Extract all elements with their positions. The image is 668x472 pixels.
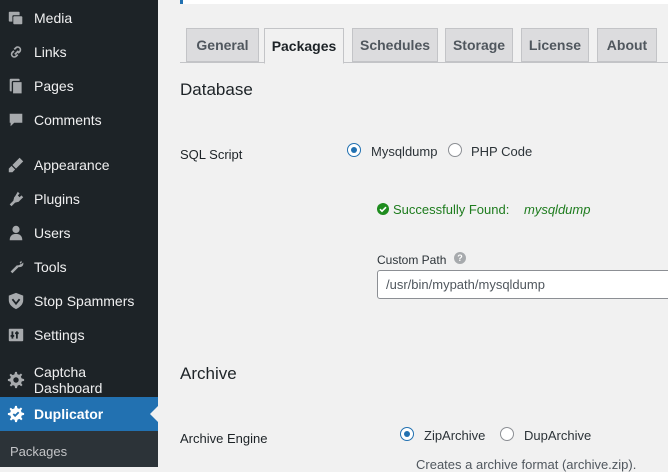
sidebar-item-duplicator[interactable]: Duplicator <box>0 397 158 431</box>
sidebar-item-media[interactable]: Media <box>0 1 158 35</box>
sidebar-item-captcha-dashboard[interactable]: Captcha Dashboard <box>0 363 158 397</box>
php-code-radio[interactable] <box>448 143 462 157</box>
sidebar-item-plugins[interactable]: Plugins <box>0 182 158 216</box>
sidebar-item-label: Pages <box>34 78 74 94</box>
sidebar-item-settings[interactable]: Settings <box>0 318 158 352</box>
archive-engine-label: Archive Engine <box>180 431 268 446</box>
sidebar-item-label: Users <box>34 225 71 241</box>
sidebar-item-label: Captcha Dashboard <box>33 364 103 396</box>
check-circle-icon <box>377 203 389 215</box>
shield-icon <box>6 291 26 311</box>
settings-icon <box>6 325 26 345</box>
sidebar-item-users[interactable]: Users <box>0 216 158 250</box>
sidebar-item-label: Duplicator <box>34 406 104 422</box>
mysqldump-radio-label[interactable]: Mysqldump <box>371 144 437 159</box>
tabs-divider <box>180 62 668 63</box>
sidebar-item-tools[interactable]: Tools <box>0 250 158 284</box>
duplicator-icon <box>6 404 26 424</box>
appearance-icon <box>6 155 26 175</box>
duparchive-radio-label[interactable]: DupArchive <box>524 428 591 443</box>
plugins-icon <box>6 189 26 209</box>
sidebar-item-appearance[interactable]: Appearance <box>0 148 158 182</box>
media-icon <box>6 8 26 28</box>
sidebar-item-label: Stop Spammers <box>34 293 135 309</box>
settings-content: General Packages Schedules Storage Licen… <box>158 0 668 472</box>
tab-storage[interactable]: Storage <box>445 28 513 62</box>
help-icon[interactable]: ? <box>454 252 466 264</box>
sql-script-label: SQL Script <box>180 147 243 162</box>
custom-path-label: Custom Path <box>377 253 447 267</box>
archive-engine-description: Creates a archive format (archive.zip). <box>416 457 637 472</box>
found-status-text: Successfully Found: <box>393 202 510 217</box>
sidebar-item-label: Media <box>34 10 73 26</box>
sidebar-item-links[interactable]: Links <box>0 35 158 69</box>
sidebar-item-comments[interactable]: Comments <box>0 103 158 137</box>
duplicator-submenu: Packages <box>0 431 158 467</box>
comments-icon <box>6 110 26 130</box>
php-code-radio-label[interactable]: PHP Code <box>471 144 532 159</box>
found-status-value: mysqldump <box>524 202 591 217</box>
users-icon <box>6 223 26 243</box>
admin-sidebar: Media Links Pages Comments Appearance Pl… <box>0 0 158 467</box>
tab-about[interactable]: About <box>597 28 657 62</box>
gear-icon <box>6 370 26 390</box>
sidebar-item-label: Tools <box>34 259 67 275</box>
duparchive-radio[interactable] <box>500 427 514 441</box>
database-section-title: Database <box>180 80 253 99</box>
custom-path-input[interactable] <box>377 270 668 299</box>
sidebar-item-pages[interactable]: Pages <box>0 69 158 103</box>
sidebar-item-stop-spammers[interactable]: Stop Spammers <box>0 284 158 318</box>
links-icon <box>6 42 26 62</box>
tab-schedules[interactable]: Schedules <box>352 28 438 62</box>
archive-section-title: Archive <box>180 364 237 383</box>
sidebar-item-label: Comments <box>34 112 102 128</box>
top-notice-edge <box>180 0 668 4</box>
submenu-item-packages[interactable]: Packages <box>10 444 67 459</box>
active-indicator <box>150 406 158 422</box>
tab-packages[interactable]: Packages <box>264 28 344 64</box>
tab-license[interactable]: License <box>521 28 589 62</box>
mysqldump-radio[interactable] <box>347 143 361 157</box>
pages-icon <box>6 76 26 96</box>
sidebar-item-label: Appearance <box>34 157 110 173</box>
ziparchive-radio[interactable] <box>400 427 414 441</box>
ziparchive-radio-label[interactable]: ZipArchive <box>424 428 485 443</box>
sidebar-item-label: Settings <box>34 327 85 343</box>
sidebar-item-label: Plugins <box>34 191 80 207</box>
tab-general[interactable]: General <box>186 28 259 62</box>
sidebar-item-label: Links <box>34 44 67 60</box>
tools-icon <box>6 257 26 277</box>
